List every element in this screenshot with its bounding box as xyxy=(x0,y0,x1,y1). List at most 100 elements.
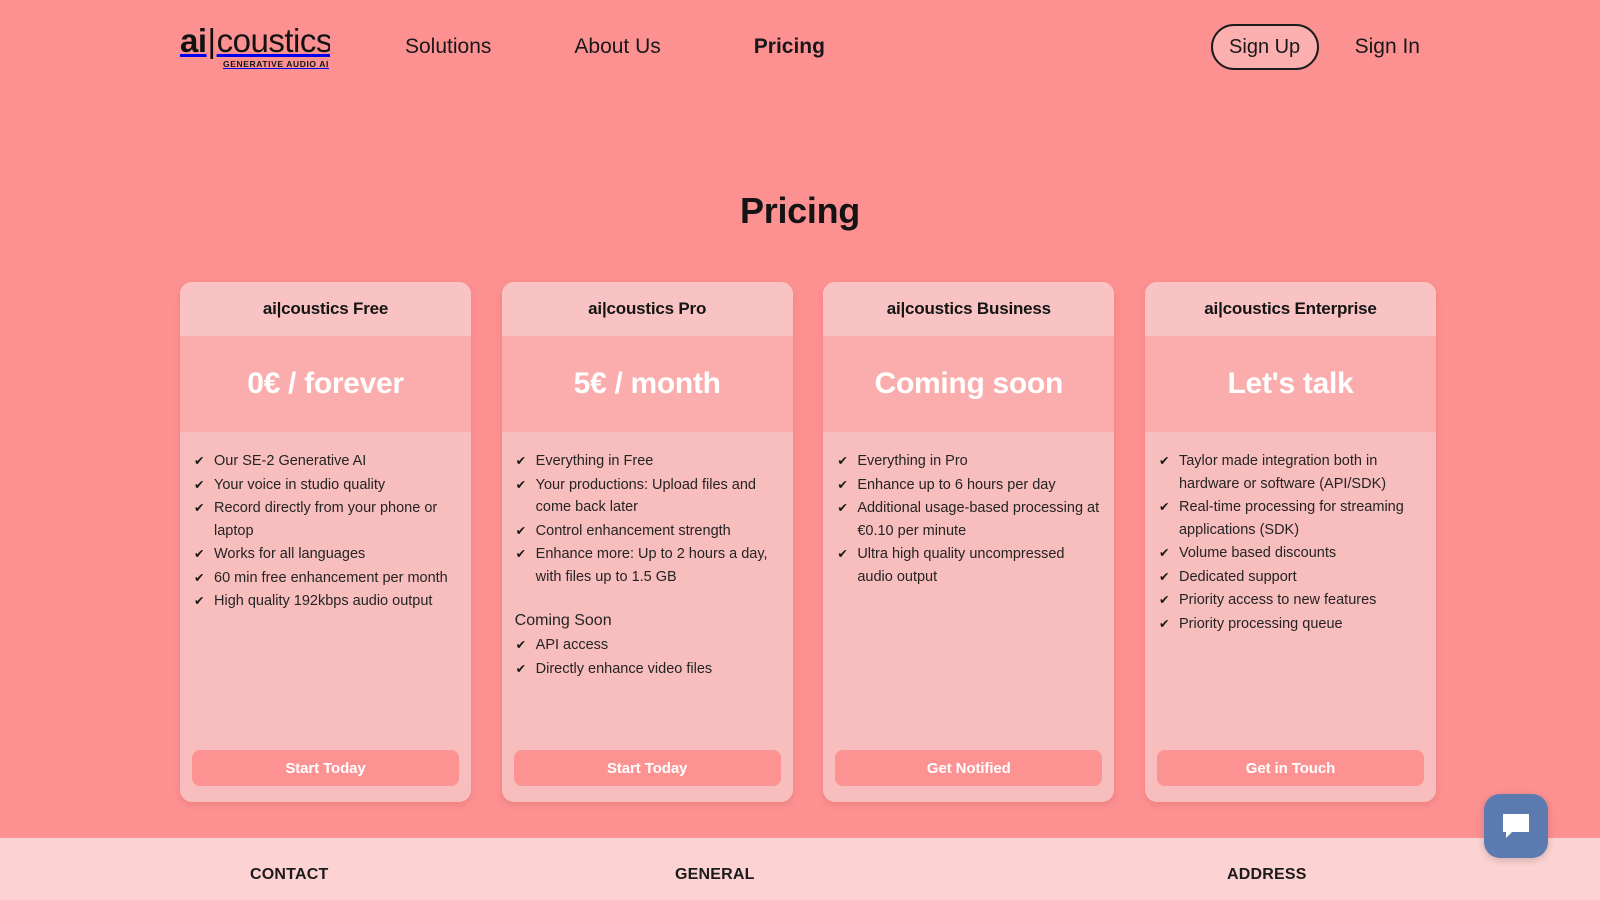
list-item: ✔Record directly from your phone or lapt… xyxy=(192,497,459,542)
check-icon: ✔ xyxy=(514,658,536,681)
card-title-enterprise: ai|coustics Enterprise xyxy=(1145,282,1436,336)
logo-wordmark: ai|coustics xyxy=(180,24,330,58)
check-icon: ✔ xyxy=(1157,450,1179,473)
list-item: ✔60 min free enhancement per month xyxy=(192,567,459,590)
logo[interactable]: ai|coustics GENERATIVE AUDIO AI xyxy=(180,24,330,70)
feature-text: Enhance more: Up to 2 hours a day, with … xyxy=(536,543,781,588)
feature-text: Ultra high quality uncompressed audio ou… xyxy=(857,543,1102,588)
card-price-business: Coming soon xyxy=(823,336,1114,432)
check-icon: ✔ xyxy=(1157,613,1179,636)
feature-text: 60 min free enhancement per month xyxy=(214,567,459,590)
logo-rest-part: coustics xyxy=(217,24,330,59)
check-icon: ✔ xyxy=(1157,496,1179,519)
chat-bubble-icon xyxy=(1501,812,1531,840)
start-today-button-pro[interactable]: Start Today xyxy=(514,750,781,786)
card-cta-wrap-pro: Start Today xyxy=(502,750,793,802)
check-icon: ✔ xyxy=(835,450,857,473)
footer-columns: CONTACT GENERAL ADDRESS xyxy=(180,866,1440,884)
chat-widget-button[interactable] xyxy=(1484,794,1548,858)
get-in-touch-button[interactable]: Get in Touch xyxy=(1157,750,1424,786)
feature-list-enterprise: ✔Taylor made integration both in hardwar… xyxy=(1157,450,1424,635)
check-icon: ✔ xyxy=(514,543,536,566)
list-item: ✔Your productions: Upload files and come… xyxy=(514,474,781,519)
list-item: ✔API access xyxy=(514,634,781,657)
feature-text: Dedicated support xyxy=(1179,566,1424,589)
check-icon: ✔ xyxy=(514,450,536,473)
feature-text: Record directly from your phone or lapto… xyxy=(214,497,459,542)
check-icon: ✔ xyxy=(1157,589,1179,612)
logo-bold-part: ai xyxy=(180,24,207,59)
check-icon: ✔ xyxy=(514,520,536,543)
check-icon: ✔ xyxy=(192,543,214,566)
list-item: ✔Our SE-2 Generative AI xyxy=(192,450,459,473)
card-price-free: 0€ / forever xyxy=(180,336,471,432)
check-icon: ✔ xyxy=(192,450,214,473)
main-nav: Solutions About Us Pricing xyxy=(405,33,825,61)
logo-tagline: GENERATIVE AUDIO AI xyxy=(180,59,330,69)
feature-text: Priority access to new features xyxy=(1179,589,1424,612)
get-notified-button[interactable]: Get Notified xyxy=(835,750,1102,786)
feature-list-pro: ✔Everything in Free ✔Your productions: U… xyxy=(514,450,781,588)
pricing-cards: ai|coustics Free 0€ / forever ✔Our SE-2 … xyxy=(180,282,1436,802)
check-icon: ✔ xyxy=(835,543,857,566)
coming-soon-list-pro: ✔API access ✔Directly enhance video file… xyxy=(514,634,781,680)
list-item: ✔Works for all languages xyxy=(192,543,459,566)
pricing-card-pro: ai|coustics Pro 5€ / month ✔Everything i… xyxy=(502,282,793,802)
site-header: ai|coustics GENERATIVE AUDIO AI Solution… xyxy=(0,0,1600,94)
card-body-pro: ✔Everything in Free ✔Your productions: U… xyxy=(502,432,793,750)
feature-text: Your voice in studio quality xyxy=(214,474,459,497)
list-item: ✔Dedicated support xyxy=(1157,566,1424,589)
check-icon: ✔ xyxy=(192,567,214,590)
list-item: ✔Taylor made integration both in hardwar… xyxy=(1157,450,1424,495)
footer-heading-address: ADDRESS xyxy=(1170,866,1440,884)
list-item: ✔Everything in Pro xyxy=(835,450,1102,473)
site-footer: CONTACT GENERAL ADDRESS xyxy=(0,838,1600,900)
check-icon: ✔ xyxy=(192,497,214,520)
list-item: ✔Ultra high quality uncompressed audio o… xyxy=(835,543,1102,588)
pricing-card-business: ai|coustics Business Coming soon ✔Everyt… xyxy=(823,282,1114,802)
list-item: ✔Priority access to new features xyxy=(1157,589,1424,612)
nav-item-about-us[interactable]: About Us xyxy=(574,33,660,61)
card-body-enterprise: ✔Taylor made integration both in hardwar… xyxy=(1145,432,1436,750)
list-item: ✔Directly enhance video files xyxy=(514,658,781,681)
list-item: ✔Your voice in studio quality xyxy=(192,474,459,497)
start-today-button-free[interactable]: Start Today xyxy=(192,750,459,786)
feature-text: API access xyxy=(536,634,781,657)
check-icon: ✔ xyxy=(835,497,857,520)
feature-text: Directly enhance video files xyxy=(536,658,781,681)
feature-text: Your productions: Upload files and come … xyxy=(536,474,781,519)
list-item: ✔Control enhancement strength xyxy=(514,520,781,543)
list-item: ✔Everything in Free xyxy=(514,450,781,473)
feature-text: Real-time processing for streaming appli… xyxy=(1179,496,1424,541)
check-icon: ✔ xyxy=(514,474,536,497)
list-item: ✔Enhance up to 6 hours per day xyxy=(835,474,1102,497)
sign-up-button[interactable]: Sign Up xyxy=(1211,24,1319,70)
coming-soon-title: Coming Soon xyxy=(514,610,781,632)
card-cta-wrap-enterprise: Get in Touch xyxy=(1145,750,1436,802)
check-icon: ✔ xyxy=(1157,542,1179,565)
card-title-free: ai|coustics Free xyxy=(180,282,471,336)
check-icon: ✔ xyxy=(192,474,214,497)
nav-item-pricing[interactable]: Pricing xyxy=(754,33,825,61)
sign-in-link[interactable]: Sign In xyxy=(1355,33,1420,61)
page-title: Pricing xyxy=(0,190,1600,232)
feature-text: Volume based discounts xyxy=(1179,542,1424,565)
list-item: ✔Enhance more: Up to 2 hours a day, with… xyxy=(514,543,781,588)
card-body-free: ✔Our SE-2 Generative AI ✔Your voice in s… xyxy=(180,432,471,750)
card-body-business: ✔Everything in Pro ✔Enhance up to 6 hour… xyxy=(823,432,1114,750)
feature-list-business: ✔Everything in Pro ✔Enhance up to 6 hour… xyxy=(835,450,1102,588)
card-cta-wrap-free: Start Today xyxy=(180,750,471,802)
card-price-pro: 5€ / month xyxy=(502,336,793,432)
card-cta-wrap-business: Get Notified xyxy=(823,750,1114,802)
check-icon: ✔ xyxy=(1157,566,1179,589)
feature-list-free: ✔Our SE-2 Generative AI ✔Your voice in s… xyxy=(192,450,459,613)
feature-text: Additional usage-based processing at €0.… xyxy=(857,497,1102,542)
list-item: ✔Priority processing queue xyxy=(1157,613,1424,636)
list-item: ✔Real-time processing for streaming appl… xyxy=(1157,496,1424,541)
feature-text: Our SE-2 Generative AI xyxy=(214,450,459,473)
footer-heading-general: GENERAL xyxy=(675,866,1170,884)
feature-text: Control enhancement strength xyxy=(536,520,781,543)
card-title-business: ai|coustics Business xyxy=(823,282,1114,336)
nav-item-solutions[interactable]: Solutions xyxy=(405,33,491,61)
list-item: ✔Additional usage-based processing at €0… xyxy=(835,497,1102,542)
